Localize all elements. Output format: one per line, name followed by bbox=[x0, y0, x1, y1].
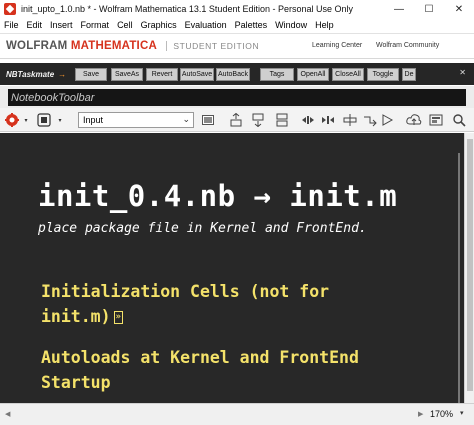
subtitle-cell[interactable]: place package file in Kernel and FrontEn… bbox=[38, 221, 367, 236]
brand-wolfram: WOLFRAM bbox=[6, 40, 68, 52]
icon-toolbar: ▾ ▾ Input ⌄ bbox=[0, 108, 474, 132]
maximize-button[interactable]: ☐ bbox=[414, 0, 444, 18]
scroll-left-icon[interactable]: ◀ bbox=[5, 410, 10, 418]
revert-button[interactable]: Revert bbox=[146, 68, 178, 81]
menu-file[interactable]: File bbox=[4, 20, 19, 30]
scroll-right-icon[interactable]: ▶ bbox=[418, 410, 423, 418]
menu-graphics[interactable]: Graphics bbox=[141, 20, 177, 30]
chevron-down-icon[interactable]: ▾ bbox=[56, 112, 64, 128]
image-icon[interactable] bbox=[428, 112, 444, 128]
learning-center-link[interactable]: Learning Center bbox=[312, 42, 362, 49]
chevron-down-icon: ⌄ bbox=[182, 114, 190, 124]
tags-button[interactable]: Tags bbox=[260, 68, 294, 81]
de-button[interactable]: De bbox=[402, 68, 416, 81]
status-bar: ◀ ▶ 170% ▾ bbox=[0, 403, 474, 425]
autosave-button[interactable]: AutoSave bbox=[180, 68, 214, 81]
section-cell-initialization[interactable]: Initialization Cells (not for init.m)» bbox=[41, 279, 329, 329]
notebook-toolbar-area: NotebookToolbar bbox=[0, 86, 474, 108]
toggle-button[interactable]: Toggle bbox=[367, 68, 399, 81]
nbtaskmate-toolbar: NBTaskmate → Save SaveAs Revert AutoSave… bbox=[0, 63, 474, 85]
window-title: init_upto_1.0.nb * - Wolfram Mathematica… bbox=[21, 4, 354, 14]
vertical-scrollbar[interactable] bbox=[464, 133, 474, 403]
close-group-icon[interactable] bbox=[320, 112, 336, 128]
section-line: Startup bbox=[41, 373, 111, 392]
evaluate-icon[interactable] bbox=[380, 112, 396, 128]
minimize-button[interactable]: — bbox=[384, 0, 414, 18]
menu-insert[interactable]: Insert bbox=[50, 20, 73, 30]
insert-above-icon[interactable] bbox=[228, 112, 244, 128]
menu-cell[interactable]: Cell bbox=[117, 20, 133, 30]
split-cell-icon[interactable] bbox=[274, 112, 290, 128]
assign-icon[interactable] bbox=[342, 112, 358, 128]
cloud-publish-icon[interactable] bbox=[405, 112, 423, 128]
open-group-icon[interactable] bbox=[300, 112, 316, 128]
search-icon[interactable] bbox=[451, 112, 467, 128]
save-button[interactable]: Save bbox=[75, 68, 107, 81]
title-bar: init_upto_1.0.nb * - Wolfram Mathematica… bbox=[0, 0, 474, 18]
menu-palettes[interactable]: Palettes bbox=[235, 20, 268, 30]
menu-bar: File Edit Insert Format Cell Graphics Ev… bbox=[0, 18, 474, 32]
section-line: Autoloads at Kernel and FrontEnd bbox=[41, 348, 359, 367]
closeall-button[interactable]: CloseAll bbox=[332, 68, 364, 81]
menu-evaluation[interactable]: Evaluation bbox=[185, 20, 227, 30]
brand-edition: STUDENT EDITION bbox=[166, 41, 260, 51]
chevron-down-icon[interactable]: ▾ bbox=[460, 409, 464, 417]
cell-bracket[interactable] bbox=[458, 153, 460, 403]
chevron-down-icon[interactable]: ▾ bbox=[22, 112, 30, 128]
wolfram-header: WOLFRAM MATHEMATICA STUDENT EDITION Lear… bbox=[0, 33, 474, 59]
scrollbar-thumb[interactable] bbox=[467, 139, 473, 391]
mathematica-app-icon bbox=[4, 3, 16, 15]
insert-below-icon[interactable] bbox=[250, 112, 266, 128]
notebook-toolbar[interactable]: NotebookToolbar bbox=[8, 89, 466, 106]
menu-help[interactable]: Help bbox=[315, 20, 334, 30]
cell-style-value: Input bbox=[83, 115, 104, 125]
close-button[interactable]: ✕ bbox=[444, 0, 474, 18]
gear-icon[interactable] bbox=[4, 112, 20, 128]
title-cell[interactable]: init_0.4.nb → init.m bbox=[38, 179, 397, 213]
zoom-level[interactable]: 170% bbox=[430, 409, 453, 419]
arrow-icon: → bbox=[58, 69, 67, 79]
menu-format[interactable]: Format bbox=[81, 20, 110, 30]
cell-frame-icon[interactable] bbox=[201, 112, 215, 128]
notebook-content[interactable]: init_0.4.nb → init.m place package file … bbox=[0, 133, 464, 403]
cell-style-select[interactable]: Input ⌄ bbox=[78, 112, 194, 128]
menu-window[interactable]: Window bbox=[275, 20, 307, 30]
wolfram-community-link[interactable]: Wolfram Community bbox=[376, 42, 439, 49]
openall-button[interactable]: OpenAll bbox=[297, 68, 329, 81]
saveas-button[interactable]: SaveAs bbox=[111, 68, 143, 81]
nbtaskmate-label: NBTaskmate bbox=[6, 69, 55, 79]
section-line: Initialization Cells (not for bbox=[41, 282, 330, 301]
brand-mathematica: MATHEMATICA bbox=[70, 40, 157, 52]
wolfram-mathematica-logo: WOLFRAM MATHEMATICA STUDENT EDITION bbox=[6, 40, 260, 52]
section-line: init.m)» bbox=[41, 304, 329, 329]
section-cell-autoloads[interactable]: Autoloads at Kernel and FrontEnd Startup bbox=[41, 345, 359, 395]
section-line-text: init.m) bbox=[41, 307, 111, 326]
menu-edit[interactable]: Edit bbox=[27, 20, 43, 30]
close-icon[interactable]: ✕ bbox=[459, 68, 466, 77]
open-group-icon[interactable]: » bbox=[113, 311, 123, 324]
chain-icon[interactable] bbox=[362, 112, 378, 128]
autoback-button[interactable]: AutoBack bbox=[216, 68, 250, 81]
stop-icon[interactable] bbox=[36, 112, 52, 128]
